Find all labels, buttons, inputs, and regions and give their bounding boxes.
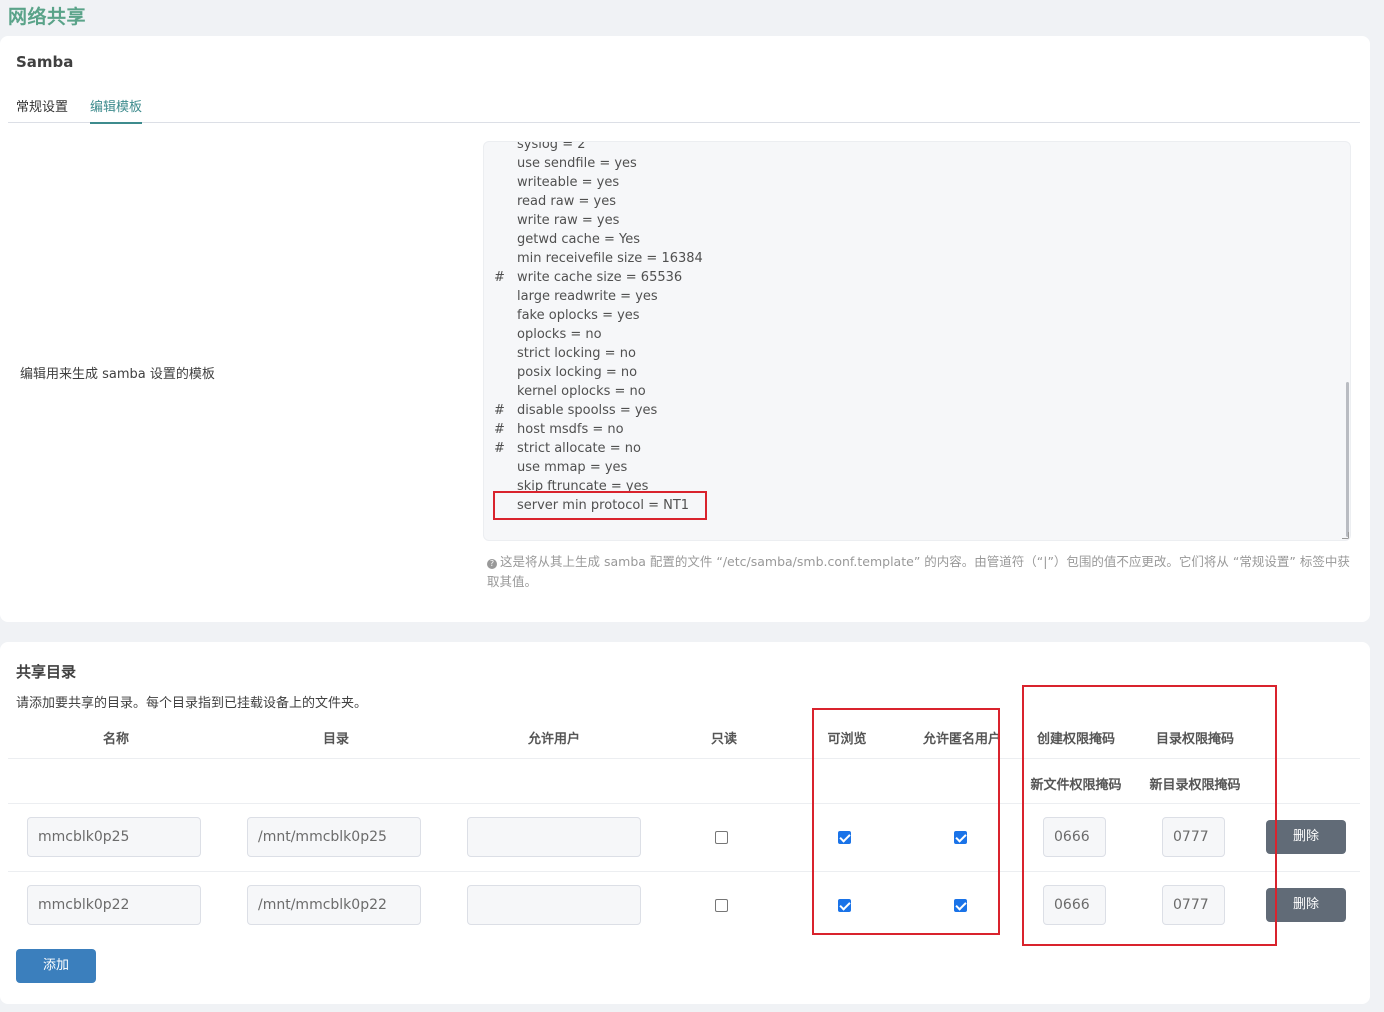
template-line: oplocks = no (484, 325, 1350, 344)
dir-mask-input[interactable]: 0777 (1162, 817, 1225, 857)
template-line-text: skip ftruncate = yes (517, 479, 649, 494)
share-dir-input[interactable]: /mnt/mmcblk0p25 (247, 817, 421, 857)
template-line: strict locking = no (484, 344, 1350, 363)
template-line: writeable = yes (484, 173, 1350, 192)
template-line-text: large readwrite = yes (517, 289, 658, 304)
col-create-mask: 创建权限掩码 (1036, 732, 1116, 747)
share-name-input[interactable]: mmcblk0p22 (27, 885, 201, 925)
template-line-text: min receivefile size = 16384 (517, 251, 703, 266)
template-line: kernel oplocks = no (484, 382, 1350, 401)
share-users-input[interactable] (467, 817, 641, 857)
samba-title: Samba (16, 53, 74, 71)
resize-grip-icon[interactable] (1342, 532, 1349, 539)
template-line: # disable spoolss = yes (484, 401, 1350, 420)
tab-bar: 常规设置 编辑模板 (8, 94, 1360, 124)
col-browseable: 可浏览 (827, 732, 867, 747)
browseable-checkbox[interactable] (838, 831, 851, 844)
col-dir-mask-sub: 新目录权限掩码 (1149, 778, 1241, 793)
template-line-text: write cache size = 65536 (517, 270, 683, 285)
template-line: syslog = 2 (484, 141, 1350, 154)
comment-marker: # (494, 270, 505, 285)
share-name-input[interactable]: mmcblk0p25 (27, 817, 201, 857)
template-line: fake oplocks = yes (484, 306, 1350, 325)
readonly-checkbox[interactable] (715, 899, 728, 912)
shares-card: 共享目录 请添加要共享的目录。每个目录指到已挂载设备上的文件夹。 名称 目录 允… (0, 642, 1370, 1004)
template-line-text: write raw = yes (517, 213, 620, 228)
col-dir-mask: 目录权限掩码 (1155, 732, 1235, 747)
template-line: # strict allocate = no (484, 439, 1350, 458)
comment-marker: # (494, 403, 505, 418)
template-line-text: disable spoolss = yes (517, 403, 658, 418)
template-line: skip ftruncate = yes (484, 477, 1350, 496)
create-mask-input[interactable]: 0666 (1043, 817, 1106, 857)
help-text: 这是将从其上生成 samba 配置的文件 “/etc/samba/smb.con… (487, 554, 1350, 589)
template-line: read raw = yes (484, 192, 1350, 211)
template-line: large readwrite = yes (484, 287, 1350, 306)
tab-edit-template[interactable]: 编辑模板 (90, 96, 143, 124)
template-line-text: getwd cache = Yes (517, 232, 641, 247)
share-dir-input[interactable]: /mnt/mmcblk0p22 (247, 885, 421, 925)
template-editor[interactable]: syslog = 2 use sendfile = yes writeable = … (483, 141, 1351, 541)
template-line: # write cache size = 65536 (484, 268, 1350, 287)
template-line-text: server min protocol = NT1 (517, 498, 690, 513)
template-line-text: host msdfs = no (517, 422, 624, 437)
comment-marker: # (494, 422, 505, 437)
template-line-text: oplocks = no (517, 327, 602, 342)
samba-card: Samba 常规设置 编辑模板 编辑用来生成 samba 设置的模板 syslo… (0, 36, 1370, 622)
template-line-text: read raw = yes (517, 194, 616, 209)
template-code-lines: syslog = 2 use sendfile = yes writeable = … (484, 141, 1350, 515)
template-line: min receivefile size = 16384 (484, 249, 1350, 268)
col-dir: 目录 (322, 732, 350, 747)
divider (8, 758, 1360, 759)
readonly-checkbox[interactable] (715, 831, 728, 844)
col-users: 允许用户 (527, 732, 581, 747)
page-title: 网络共享 (8, 6, 87, 28)
template-line: getwd cache = Yes (484, 230, 1350, 249)
template-line: # host msdfs = no (484, 420, 1350, 439)
divider (8, 871, 1360, 872)
tab-general-settings[interactable]: 常规设置 (16, 96, 68, 122)
template-line: use mmap = yes (484, 458, 1350, 477)
template-line-text: fake oplocks = yes (517, 308, 640, 323)
browseable-checkbox[interactable] (838, 899, 851, 912)
divider (8, 803, 1360, 804)
template-line: server min protocol = NT1 (484, 496, 1350, 515)
template-line-text: strict locking = no (517, 346, 636, 361)
guest-checkbox[interactable] (954, 831, 967, 844)
editor-scrollbar[interactable] (1346, 382, 1349, 537)
info-icon: ? (487, 559, 497, 569)
col-create-mask-sub: 新文件权限掩码 (1030, 778, 1122, 793)
comment-marker: # (494, 441, 505, 456)
template-line-text: use sendfile = yes (517, 156, 637, 171)
shares-description: 请添加要共享的目录。每个目录指到已挂载设备上的文件夹。 (16, 696, 368, 711)
guest-checkbox[interactable] (954, 899, 967, 912)
template-field-label: 编辑用来生成 samba 设置的模板 (20, 367, 215, 382)
col-name: 名称 (102, 732, 130, 747)
template-line-text: posix locking = no (517, 365, 638, 380)
template-line-text: syslog = 2 (517, 141, 586, 152)
template-line-text: kernel oplocks = no (517, 384, 646, 399)
dir-mask-input[interactable]: 0777 (1162, 885, 1225, 925)
template-line-text: use mmap = yes (517, 460, 628, 475)
shares-title: 共享目录 (16, 663, 77, 681)
share-users-input[interactable] (467, 885, 641, 925)
template-line-text: writeable = yes (517, 175, 620, 190)
template-line: write raw = yes (484, 211, 1350, 230)
template-line-text: strict allocate = no (517, 441, 641, 456)
template-line: posix locking = no (484, 363, 1350, 382)
create-mask-input[interactable]: 0666 (1043, 885, 1106, 925)
template-help-text: ? 这是将从其上生成 samba 配置的文件 “/etc/samba/smb.co… (487, 552, 1353, 592)
col-guest: 允许匿名用户 (922, 732, 1002, 747)
delete-button[interactable]: 删除 (1266, 888, 1346, 922)
add-share-button[interactable]: 添加 (16, 949, 96, 983)
template-line: use sendfile = yes (484, 154, 1350, 173)
col-readonly: 只读 (710, 732, 738, 747)
delete-button[interactable]: 删除 (1266, 820, 1346, 854)
